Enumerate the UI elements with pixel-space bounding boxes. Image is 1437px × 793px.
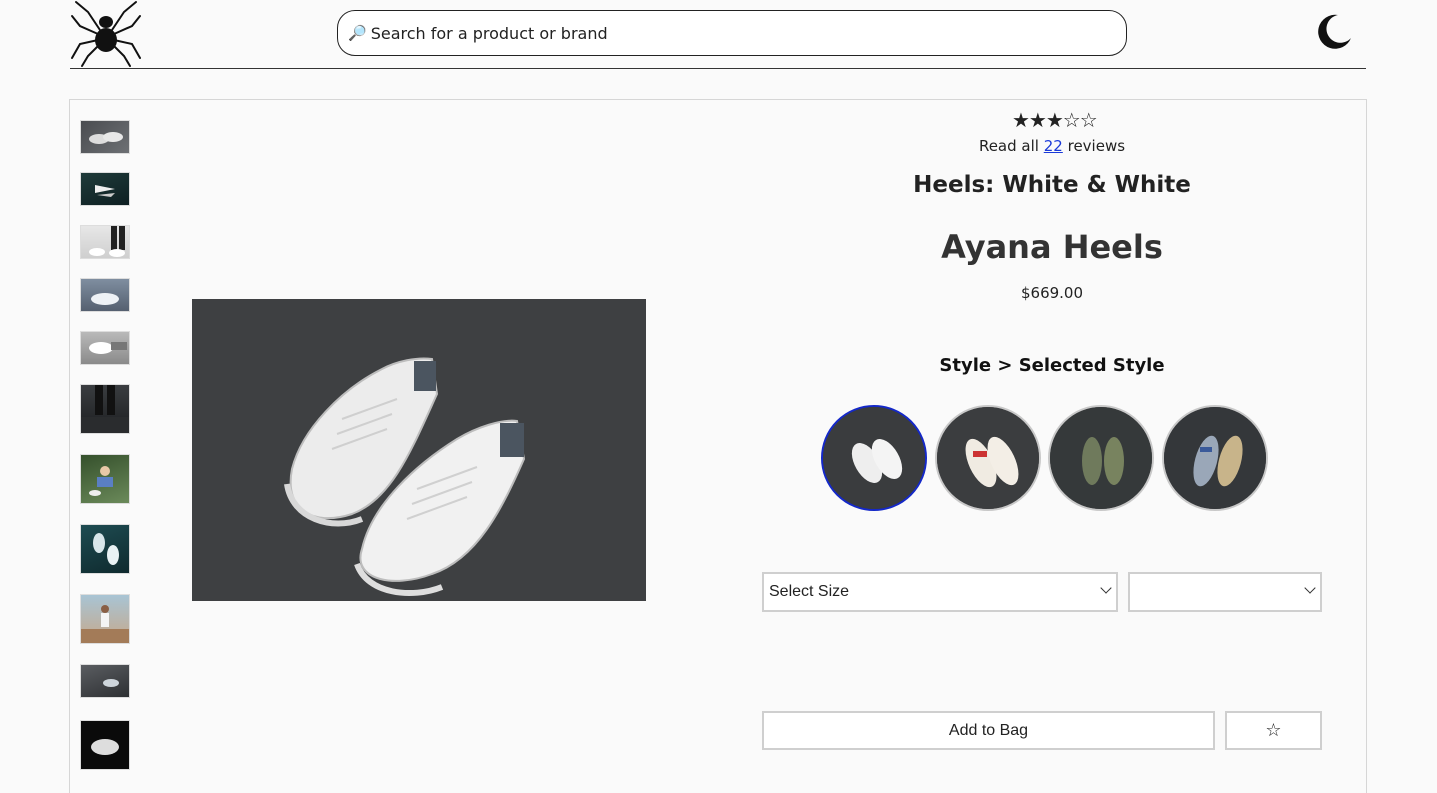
add-to-bag-button[interactable]: Add to Bag bbox=[762, 711, 1215, 750]
thumbnail-6[interactable] bbox=[80, 384, 130, 434]
product-name: Ayana Heels bbox=[941, 228, 1163, 266]
thumbnail-4[interactable] bbox=[80, 278, 130, 312]
search-bar[interactable]: 🔎 bbox=[337, 10, 1127, 56]
main-product-image[interactable] bbox=[192, 299, 646, 601]
thumbnail-9[interactable] bbox=[80, 594, 130, 644]
thumbnail-7[interactable] bbox=[80, 454, 130, 504]
thumbnail-3[interactable] bbox=[80, 225, 130, 259]
star-icon: ☆ bbox=[1265, 720, 1282, 741]
reviews-prefix: Read all bbox=[978, 137, 1039, 155]
thumbnail-1[interactable] bbox=[80, 120, 130, 154]
thumbnail-10[interactable] bbox=[80, 664, 130, 698]
quantity-select[interactable] bbox=[1128, 572, 1322, 612]
size-select[interactable]: Select Size bbox=[762, 572, 1118, 612]
product-price: $669.00 bbox=[1020, 284, 1084, 302]
style-swatch-4[interactable] bbox=[1162, 405, 1268, 511]
site-header: 🔎 bbox=[70, 0, 1366, 69]
favorite-star-button[interactable]: ☆ bbox=[1225, 711, 1322, 750]
reviews-count-link[interactable]: 22 bbox=[1044, 137, 1063, 155]
search-input[interactable] bbox=[370, 23, 1091, 43]
reviews-suffix: reviews bbox=[1067, 137, 1126, 155]
moon-icon[interactable] bbox=[1314, 12, 1354, 52]
magnifier-icon: 🔎 bbox=[348, 24, 367, 42]
style-heading: Style > Selected Style bbox=[939, 355, 1165, 376]
product-category: Heels: White & White bbox=[913, 172, 1191, 198]
thumbnail-2[interactable] bbox=[80, 172, 130, 206]
style-swatch-1[interactable] bbox=[821, 405, 927, 511]
spider-logo-icon[interactable] bbox=[70, 0, 142, 68]
size-select-label: Select Size bbox=[769, 583, 850, 600]
rating-stars: ★★★☆☆ bbox=[1012, 108, 1098, 132]
thumbnail-8[interactable] bbox=[80, 524, 130, 574]
thumbnail-5[interactable] bbox=[80, 331, 130, 365]
thumbnail-11[interactable] bbox=[80, 720, 130, 770]
chevron-down-icon bbox=[1100, 582, 1112, 594]
product-overview: ★★★☆☆ Read all 22 reviews Heels: White &… bbox=[69, 99, 1367, 793]
style-swatch-2[interactable] bbox=[935, 405, 1041, 511]
reviews-link-line: Read all 22 reviews bbox=[762, 137, 1342, 155]
style-swatch-3[interactable] bbox=[1048, 405, 1154, 511]
chevron-down-icon bbox=[1304, 582, 1316, 594]
